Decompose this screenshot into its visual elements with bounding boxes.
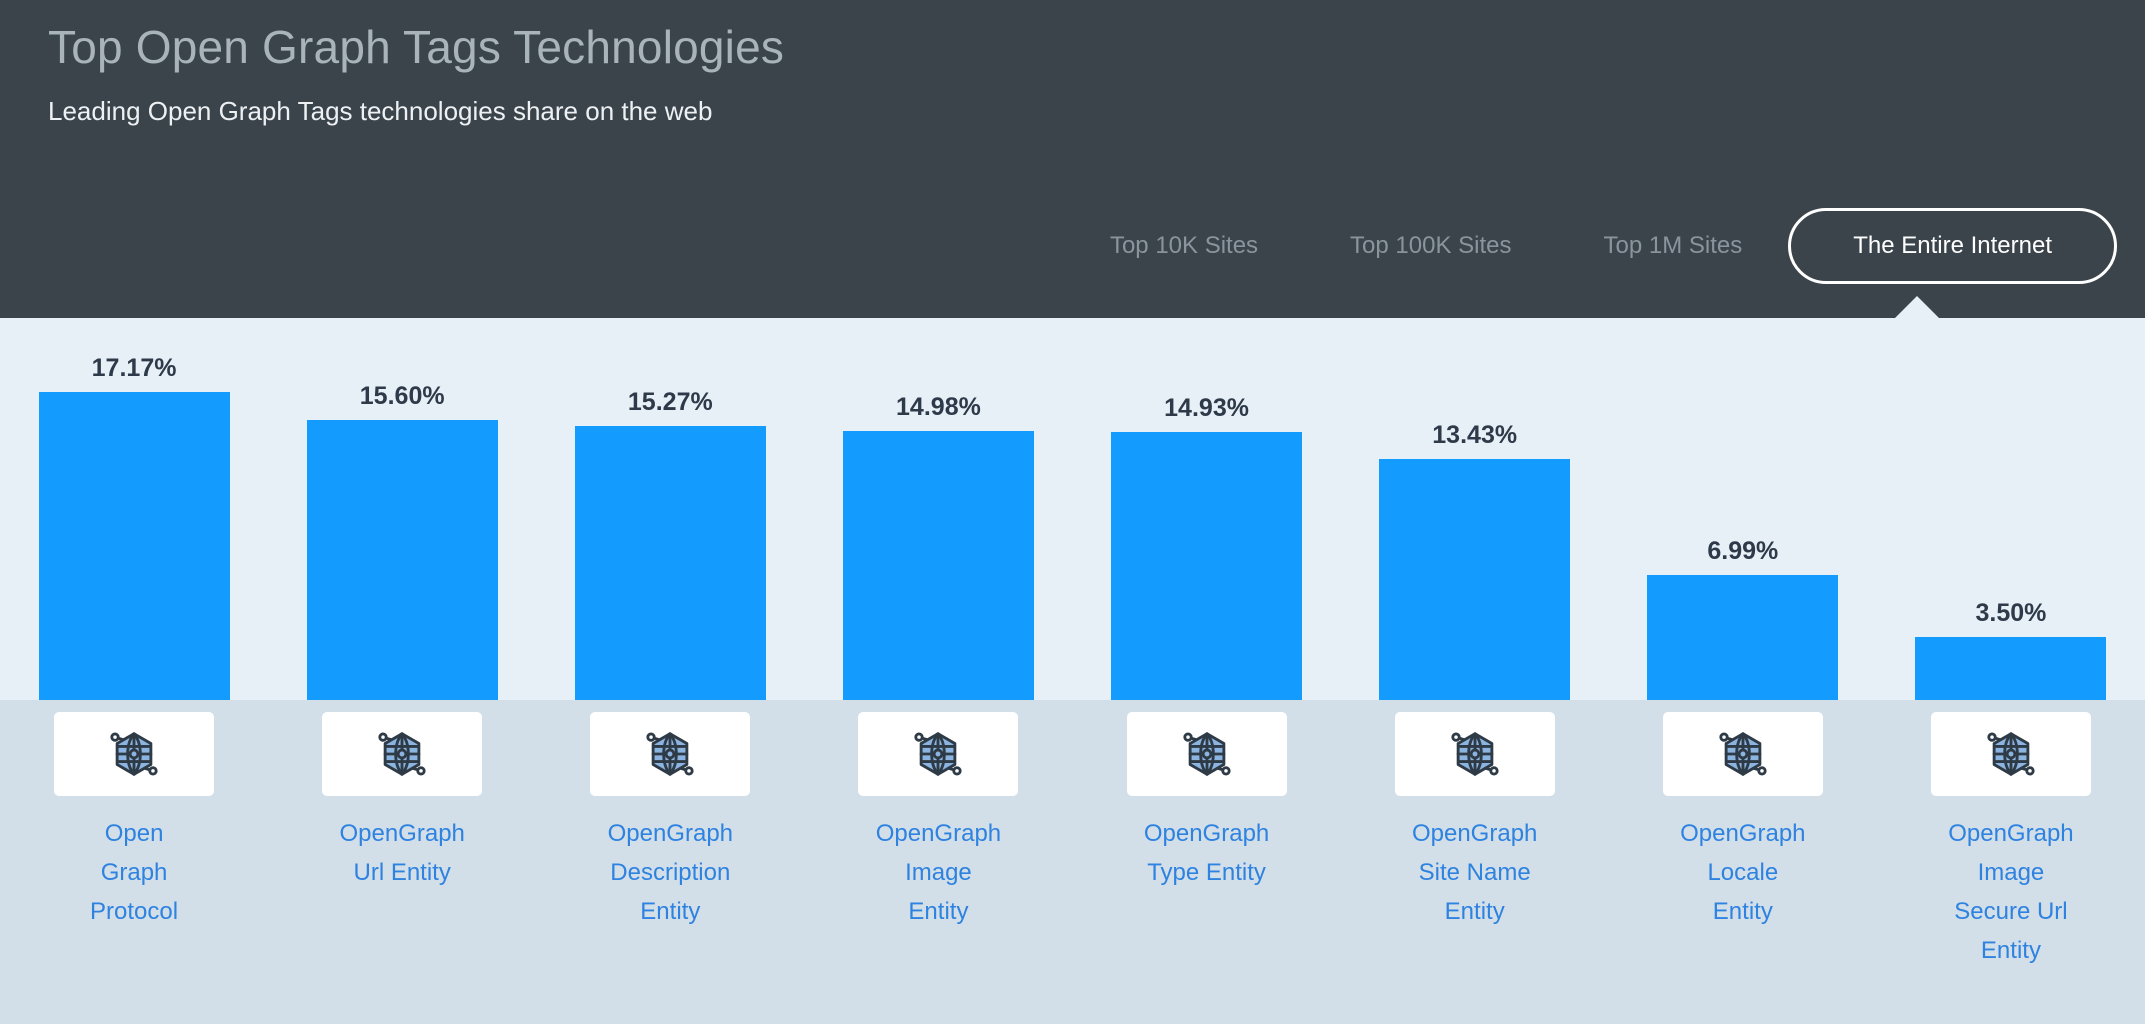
bar[interactable]: 14.93% <box>1111 394 1303 700</box>
open-graph-hexagon-globe-icon <box>1987 732 2035 776</box>
open-graph-tags-chart-page: Top Open Graph Tags Technologies Leading… <box>0 0 2145 1024</box>
bar-chart-bars: 17.17% 15.60% 15.27% 14.98% 14.93% 13.43% 6.99… <box>0 318 2145 700</box>
bar[interactable]: 15.27% <box>574 388 766 700</box>
legend-item[interactable]: OpenGraph Image Entity <box>804 700 1072 931</box>
bar-value-label: 17.17% <box>91 354 177 382</box>
technology-name-link[interactable]: OpenGraph Image Entity <box>874 814 1002 931</box>
technology-icon-card <box>858 712 1019 796</box>
legend-item[interactable]: OpenGraph Locale Entity <box>1609 700 1877 931</box>
bar-column[interactable]: 14.98% <box>804 318 1072 700</box>
bar[interactable]: 6.99% <box>1647 537 1839 700</box>
tab-top-10k-sites[interactable]: Top 10K Sites <box>1064 208 1304 284</box>
open-graph-hexagon-globe-icon <box>110 732 158 776</box>
legend-item[interactable]: OpenGraph Image Secure Url Entity <box>1877 700 2145 970</box>
tab-top-100k-sites[interactable]: Top 100K Sites <box>1304 208 1557 284</box>
tab-top-1m-sites[interactable]: Top 1M Sites <box>1557 208 1788 284</box>
open-graph-hexagon-globe-icon <box>1182 732 1231 776</box>
bar[interactable]: 17.17% <box>38 354 230 700</box>
technology-icon-card <box>1126 712 1287 796</box>
bar-column[interactable]: 13.43% <box>1341 318 1609 700</box>
bar-column[interactable]: 14.93% <box>1073 318 1341 700</box>
page-header: Top Open Graph Tags Technologies Leading… <box>0 0 2145 318</box>
legend-item[interactable]: OpenGraph Description Entity <box>536 700 804 931</box>
technology-name-link[interactable]: OpenGraph Site Name Entity <box>1411 814 1539 931</box>
bar-column[interactable]: 6.99% <box>1609 318 1877 700</box>
bar[interactable]: 13.43% <box>1379 421 1571 700</box>
bar-value-label: 14.93% <box>1164 394 1249 422</box>
page-subtitle: Leading Open Graph Tags technologies sha… <box>48 96 713 126</box>
bar[interactable]: 3.50% <box>1915 599 2107 700</box>
bar-value-label: 14.98% <box>896 393 981 421</box>
bar-column[interactable]: 15.27% <box>536 318 804 700</box>
technology-icon-card <box>54 712 215 796</box>
technology-legend-row: Open Graph Protocol OpenGraph Url Entity… <box>0 700 2145 1024</box>
technology-legend: Open Graph Protocol OpenGraph Url Entity… <box>0 700 2145 1024</box>
open-graph-hexagon-globe-icon <box>914 732 963 776</box>
bar-chart: 17.17% 15.60% 15.27% 14.98% 14.93% 13.43% 6.99… <box>0 318 2145 700</box>
bar-column[interactable]: 15.60% <box>268 318 536 700</box>
bar-column[interactable]: 17.17% <box>0 318 268 700</box>
scope-tabs: Top 10K Sites Top 100K Sites Top 1M Site… <box>1064 208 2117 284</box>
legend-item[interactable]: OpenGraph Type Entity <box>1073 700 1341 892</box>
technology-name-link[interactable]: Open Graph Protocol <box>70 814 198 931</box>
page-title: Top Open Graph Tags Technologies <box>48 21 785 73</box>
open-graph-hexagon-globe-icon <box>1719 732 1767 776</box>
bar-value-label: 13.43% <box>1432 421 1518 449</box>
open-graph-hexagon-globe-icon <box>378 732 426 776</box>
legend-item[interactable]: Open Graph Protocol <box>0 700 268 931</box>
active-tab-pointer-icon <box>1895 296 1939 318</box>
technology-icon-card <box>590 712 751 796</box>
open-graph-hexagon-globe-icon <box>1451 732 1499 776</box>
technology-icon-card <box>1930 712 2091 796</box>
bar-column[interactable]: 3.50% <box>1877 318 2145 700</box>
bar-value-label: 6.99% <box>1707 537 1779 565</box>
bar-value-label: 15.27% <box>627 388 713 416</box>
bar-value-label: 15.60% <box>359 382 445 410</box>
bar[interactable]: 15.60% <box>306 382 498 700</box>
tab-the-entire-internet[interactable]: The Entire Internet <box>1788 208 2117 284</box>
technology-name-link[interactable]: OpenGraph Type Entity <box>1143 814 1271 892</box>
bar-value-label: 3.50% <box>1975 599 2047 627</box>
technology-icon-card <box>1662 712 1823 796</box>
bar[interactable]: 14.98% <box>842 393 1034 700</box>
technology-icon-card <box>322 712 483 796</box>
technology-name-link[interactable]: OpenGraph Url Entity <box>338 814 466 892</box>
technology-name-link[interactable]: OpenGraph Image Secure Url Entity <box>1947 814 2075 970</box>
technology-name-link[interactable]: OpenGraph Locale Entity <box>1679 814 1807 931</box>
technology-icon-card <box>1394 712 1555 796</box>
open-graph-hexagon-globe-icon <box>646 732 694 776</box>
legend-item[interactable]: OpenGraph Site Name Entity <box>1341 700 1609 931</box>
technology-name-link[interactable]: OpenGraph Description Entity <box>606 814 734 931</box>
legend-item[interactable]: OpenGraph Url Entity <box>268 700 536 892</box>
